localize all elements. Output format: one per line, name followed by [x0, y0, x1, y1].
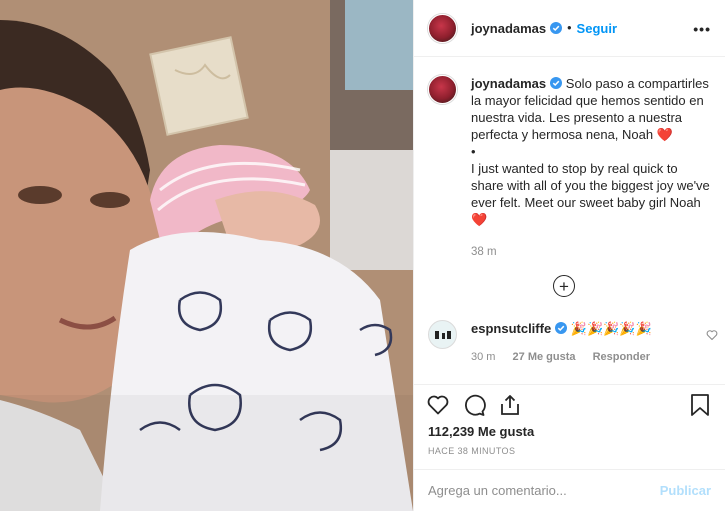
caption-username[interactable]: joynadamas: [471, 76, 546, 91]
comment-body: espnsutcliffe 🎉🎉🎉🎉🎉 30 m 27 Me gusta Res…: [471, 320, 664, 366]
verified-badge-icon: [555, 322, 568, 334]
caption-bullet: •: [471, 144, 476, 159]
header-separator: •: [567, 21, 572, 35]
post-header: joynadamas • Seguir •••: [414, 0, 725, 57]
caption-text-en: I just wanted to stop by real quick to s…: [471, 161, 710, 210]
commenter-avatar-graphic: [434, 330, 451, 339]
caption-avatar[interactable]: [428, 75, 457, 104]
heart-icon[interactable]: [706, 329, 718, 341]
publish-button[interactable]: Publicar: [660, 483, 711, 498]
add-comment-bar: Publicar: [414, 469, 725, 511]
caption-time[interactable]: 38 m: [471, 244, 711, 261]
plus-circle-icon: +: [559, 276, 569, 296]
comment-icon[interactable]: [462, 393, 486, 417]
photo-illustration: [0, 0, 413, 511]
caption-body: joynadamas Solo paso a compartirles la m…: [471, 75, 711, 261]
load-more-comments-button[interactable]: +: [553, 275, 575, 297]
commenter-avatar[interactable]: [428, 320, 457, 349]
heart-icon[interactable]: [426, 393, 450, 417]
follow-button[interactable]: Seguir: [577, 21, 617, 36]
post-sidebar: joynadamas • Seguir ••• joynadamas Solo …: [413, 0, 725, 511]
heart-emoji: ❤️: [656, 127, 673, 142]
verified-badge-icon: [550, 22, 563, 34]
comment-time[interactable]: 30 m: [471, 351, 495, 363]
likes-count[interactable]: 112,239 Me gusta: [428, 424, 534, 439]
author-avatar[interactable]: [428, 13, 457, 43]
instagram-post: joynadamas • Seguir ••• joynadamas Solo …: [0, 0, 725, 511]
comment-text: 🎉🎉🎉🎉🎉: [570, 321, 652, 336]
comment-meta: 30 m 27 Me gusta Responder: [471, 349, 664, 366]
verified-badge-icon: [550, 77, 563, 89]
action-bar: [426, 390, 534, 420]
more-icon[interactable]: •••: [693, 21, 711, 37]
heart-emoji: ❤️: [471, 212, 488, 227]
comment-likes[interactable]: 27 Me gusta: [513, 351, 576, 363]
comment-item: espnsutcliffe 🎉🎉🎉🎉🎉 30 m 27 Me gusta Res…: [428, 320, 718, 366]
bookmark-icon[interactable]: [689, 393, 711, 417]
post-timestamp[interactable]: HACE 38 MINUTOS: [428, 446, 515, 456]
author-username[interactable]: joynadamas: [471, 21, 546, 36]
caption: joynadamas Solo paso a compartirles la m…: [428, 75, 718, 261]
commenter-username[interactable]: espnsutcliffe: [471, 321, 551, 336]
reply-button[interactable]: Responder: [593, 351, 650, 363]
post-photo[interactable]: [0, 0, 413, 511]
comment-input[interactable]: [428, 483, 628, 498]
share-icon[interactable]: [498, 393, 522, 417]
comments-section: joynadamas Solo paso a compartirles la m…: [414, 57, 725, 385]
